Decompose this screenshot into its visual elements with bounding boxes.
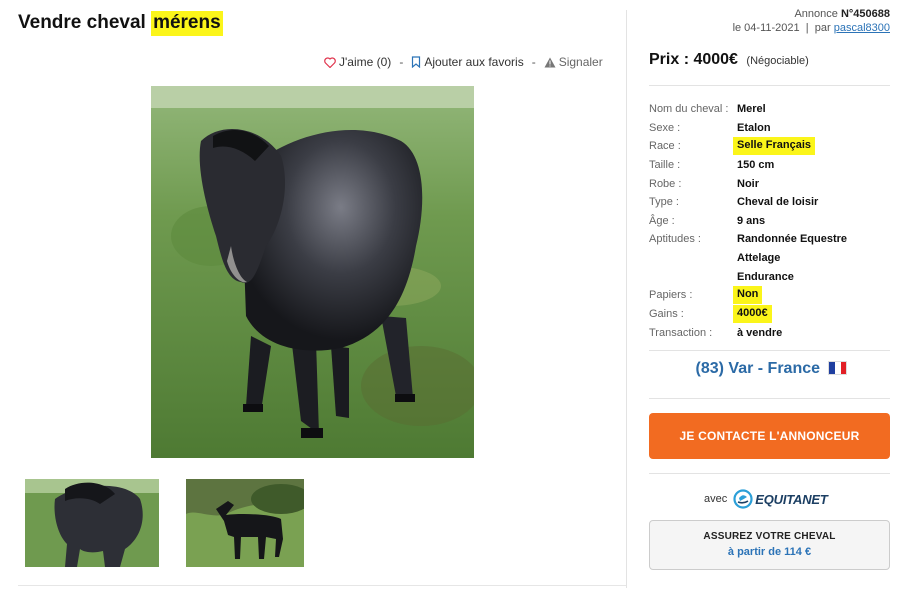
detail-row: Gains : 4000€: [649, 305, 894, 324]
detail-value: Selle Français: [733, 137, 815, 156]
thumbnail-image: [25, 479, 159, 567]
page-title: Vendre cheval mérens: [18, 11, 223, 36]
listing-number: N°450688: [840, 8, 890, 20]
detail-row: Taille : 150 cm: [649, 156, 894, 175]
title-text: Vendre cheval: [18, 12, 146, 33]
detail-label: [649, 268, 737, 287]
insurance-button[interactable]: ASSUREZ VOTRE CHEVAL à partir de 114 €: [649, 520, 890, 570]
france-flag-icon: [828, 361, 848, 375]
listing-label: Annonce: [794, 8, 838, 20]
listing-number-row: Annonce N°450688: [733, 7, 890, 21]
thumbnail-1[interactable]: [25, 479, 159, 567]
detail-label: Sexe :: [649, 121, 681, 134]
title-highlight: mérens: [151, 11, 223, 36]
detail-value: Attelage: [737, 252, 781, 265]
detail-value: 150 cm: [737, 158, 775, 171]
warning-icon: [544, 57, 556, 67]
detail-row: Papiers : Non: [649, 286, 894, 305]
detail-value: Merel: [737, 103, 766, 115]
listing-meta: Annonce N°450688 le 04-11-2021 | par pas…: [733, 7, 890, 35]
detail-row: Nom du cheval : Merel: [649, 100, 894, 119]
detail-label: Transaction :: [649, 326, 713, 339]
detail-row: Type : Cheval de loisir: [649, 193, 894, 212]
column-divider: [626, 10, 627, 588]
detail-label: Âge :: [649, 214, 675, 227]
thumbnail-2[interactable]: [186, 479, 304, 567]
detail-value: Cheval de loisir: [737, 196, 819, 209]
thumbnail-image: [186, 479, 304, 567]
main-horse-photo[interactable]: [151, 86, 474, 458]
bookmark-icon: [412, 56, 421, 68]
insurance-line2: à partir de 114 €: [727, 546, 812, 558]
heart-icon: [324, 56, 336, 68]
price: Prix : 4000€ (Négociable): [649, 51, 809, 69]
detail-label: Papiers :: [649, 289, 693, 302]
price-value: Prix : 4000€: [649, 51, 738, 68]
detail-label: Aptitudes :: [649, 233, 701, 246]
listing-date-row: le 04-11-2021 | par pascal8300: [733, 21, 890, 35]
detail-row: Sexe : Etalon: [649, 119, 894, 138]
contact-seller-button[interactable]: JE CONTACTE L'ANNONCEUR: [649, 413, 890, 459]
details-divider: [649, 350, 890, 351]
price-note: (Négociable): [746, 55, 809, 67]
detail-label: Race :: [649, 140, 681, 153]
insurance-partner: avec EQUITANET: [704, 489, 828, 509]
detail-row: Robe : Noir: [649, 175, 894, 194]
detail-label: Nom du cheval :: [649, 103, 729, 115]
listing-date: le 04-11-2021: [732, 22, 800, 34]
favorite-button[interactable]: Ajouter aux favoris: [411, 55, 524, 69]
detail-row: Transaction : à vendre: [649, 324, 894, 343]
action-separator: -: [531, 55, 536, 69]
detail-value: Etalon: [737, 121, 771, 134]
detail-row: Aptitudes : Randonnée Equestre: [649, 230, 894, 249]
favorite-label: Ajouter aux favoris: [424, 55, 524, 69]
like-button[interactable]: J'aime (0): [324, 55, 391, 69]
equitanet-logo-icon: [733, 489, 753, 509]
meta-separator: |: [805, 22, 809, 34]
detail-value: à vendre: [737, 326, 783, 339]
avec-label: avec: [704, 493, 728, 505]
listing-actions: J'aime (0) - Ajouter aux favoris - Signa…: [324, 55, 603, 69]
detail-row: Endurance: [649, 268, 894, 287]
detail-value: Endurance: [737, 270, 794, 283]
detail-row: Attelage: [649, 249, 894, 268]
equitanet-logo: EQUITANET: [733, 489, 828, 509]
detail-value: Non: [733, 286, 763, 305]
equitanet-logo-text: EQUITANET: [755, 491, 828, 507]
contact-divider: [649, 473, 890, 474]
like-label: J'aime (0): [339, 55, 392, 69]
location-text: (83) Var - France: [695, 360, 821, 377]
report-button[interactable]: Signaler: [544, 55, 603, 69]
by-label: par: [814, 22, 831, 34]
detail-row: Âge : 9 ans: [649, 212, 894, 231]
detail-label: [649, 249, 737, 268]
horse-photo-image: [151, 86, 474, 458]
detail-value: 9 ans: [737, 214, 766, 227]
detail-label: Type :: [649, 196, 679, 209]
detail-label: Gains :: [649, 308, 684, 321]
detail-label: Taille :: [649, 158, 681, 171]
action-separator: -: [399, 55, 404, 69]
detail-value: Noir: [737, 177, 759, 190]
price-divider: [649, 85, 890, 86]
flag-red: [840, 362, 847, 374]
content-divider: [18, 585, 626, 586]
horse-details: Nom du cheval : Merel Sexe : Etalon Race : Se…: [649, 100, 894, 342]
location-divider: [649, 398, 890, 399]
detail-row: Race : Selle Français: [649, 137, 894, 156]
detail-value: Randonnée Equestre: [737, 233, 848, 246]
location: (83) Var - France: [649, 360, 894, 378]
author-link[interactable]: pascal8300: [834, 22, 890, 34]
insurance-line1: ASSUREZ VOTRE CHEVAL: [703, 531, 836, 542]
detail-label: Robe :: [649, 177, 682, 190]
report-label: Signaler: [558, 55, 603, 69]
detail-value: 4000€: [733, 305, 772, 324]
